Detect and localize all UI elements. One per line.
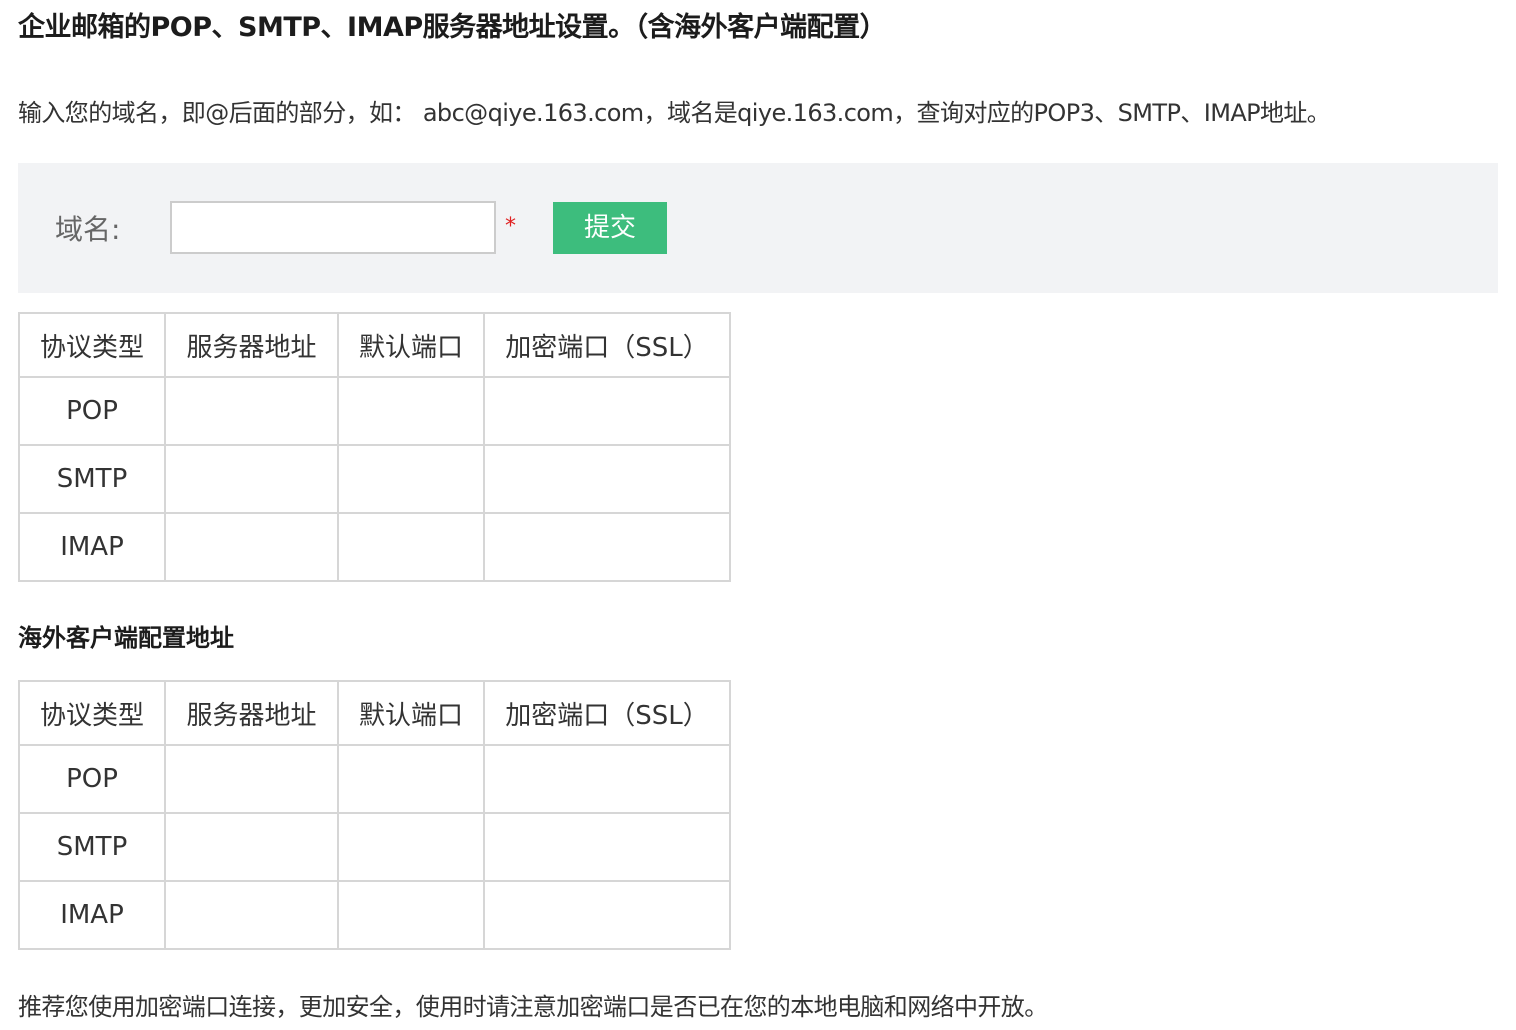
server-address-cell <box>164 376 339 446</box>
header-protocol-type: 协议类型 <box>18 312 166 378</box>
page-title: 企业邮箱的POP、SMTP、IMAP服务器地址设置。（含海外客户端配置） <box>18 12 887 43</box>
ssl-port-cell <box>483 512 731 582</box>
header-default-port: 默认端口 <box>337 680 485 746</box>
header-default-port: 默认端口 <box>337 312 485 378</box>
required-asterisk: * <box>505 214 516 239</box>
table-row-smtp: SMTP <box>18 812 731 882</box>
header-ssl-port: 加密端口（SSL） <box>483 312 731 378</box>
header-server-address: 服务器地址 <box>164 680 339 746</box>
header-protocol-type: 协议类型 <box>18 680 166 746</box>
ssl-port-cell <box>483 444 731 514</box>
domain-label: 域名: <box>55 213 121 246</box>
protocol-cell: IMAP <box>18 880 166 950</box>
default-port-cell <box>337 444 485 514</box>
domain-input[interactable] <box>170 201 496 254</box>
overseas-section-heading: 海外客户端配置地址 <box>18 624 234 652</box>
table-row-pop: POP <box>18 744 731 814</box>
protocol-cell: SMTP <box>18 444 166 514</box>
protocol-cell: SMTP <box>18 812 166 882</box>
default-port-cell <box>337 812 485 882</box>
header-ssl-port: 加密端口（SSL） <box>483 680 731 746</box>
default-port-cell <box>337 376 485 446</box>
submit-button[interactable]: 提交 <box>553 202 667 254</box>
server-address-table: 协议类型 服务器地址 默认端口 加密端口（SSL） POP SMTP IMAP <box>18 312 731 582</box>
protocol-cell: POP <box>18 744 166 814</box>
table-row-imap: IMAP <box>18 880 731 950</box>
header-server-address: 服务器地址 <box>164 312 339 378</box>
overseas-server-address-table: 协议类型 服务器地址 默认端口 加密端口（SSL） POP SMTP IMAP <box>18 680 731 950</box>
domain-query-form: 域名: * 提交 <box>18 163 1498 293</box>
server-address-cell <box>164 880 339 950</box>
ssl-port-cell <box>483 880 731 950</box>
server-address-cell <box>164 444 339 514</box>
server-address-cell <box>164 512 339 582</box>
table-header-row: 协议类型 服务器地址 默认端口 加密端口（SSL） <box>18 312 731 378</box>
table-header-row: 协议类型 服务器地址 默认端口 加密端口（SSL） <box>18 680 731 746</box>
protocol-cell: IMAP <box>18 512 166 582</box>
protocol-cell: POP <box>18 376 166 446</box>
intro-text: 输入您的域名，即@后面的部分，如： abc@qiye.163.com，域名是qi… <box>18 99 1331 127</box>
table-row-imap: IMAP <box>18 512 731 582</box>
footer-note: 推荐您使用加密端口连接，更加安全，使用时请注意加密端口是否已在您的本地电脑和网络… <box>18 993 1048 1021</box>
default-port-cell <box>337 880 485 950</box>
ssl-port-cell <box>483 744 731 814</box>
table-row-smtp: SMTP <box>18 444 731 514</box>
server-address-cell <box>164 744 339 814</box>
server-address-cell <box>164 812 339 882</box>
ssl-port-cell <box>483 376 731 446</box>
table-row-pop: POP <box>18 376 731 446</box>
ssl-port-cell <box>483 812 731 882</box>
default-port-cell <box>337 744 485 814</box>
default-port-cell <box>337 512 485 582</box>
